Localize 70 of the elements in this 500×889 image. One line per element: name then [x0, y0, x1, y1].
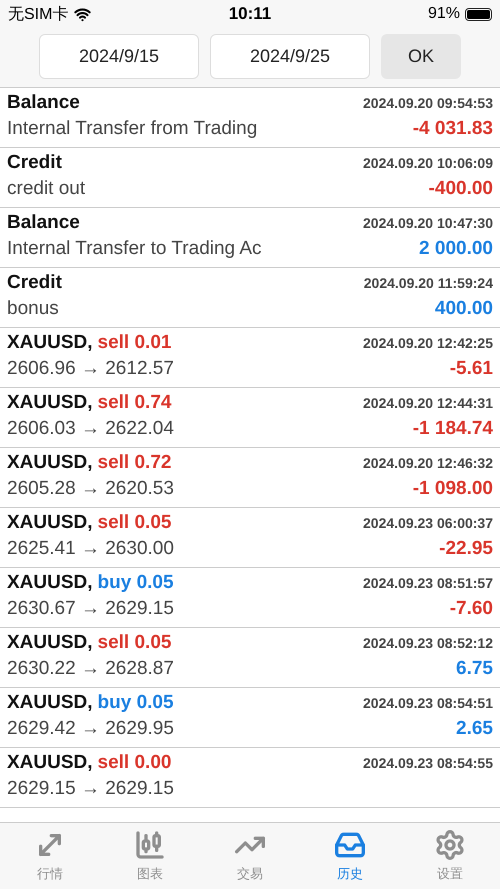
timestamp: 2024.09.20 12:42:25 [363, 335, 493, 351]
battery-percent: 91% [428, 5, 460, 23]
timestamp: 2024.09.23 08:54:55 [363, 755, 493, 771]
amount: 400.00 [434, 298, 493, 320]
operation-comment: bonus [7, 298, 59, 320]
price-range: 2606.03 → 2622.04 [7, 418, 174, 440]
order-label: sell 0.01 [98, 332, 172, 354]
timestamp: 2024.09.20 09:54:53 [363, 95, 493, 111]
order-label: sell 0.74 [98, 392, 172, 414]
symbol-label: XAUUSD, [7, 572, 93, 594]
price-range: 2630.67 → 2629.15 [7, 598, 174, 620]
timestamp: 2024.09.23 08:54:51 [363, 695, 493, 711]
amount: -4 031.83 [412, 118, 493, 140]
symbol-label: XAUUSD, [7, 752, 93, 774]
clock: 10:11 [228, 4, 272, 24]
tab-bar-item[interactable]: 设置 [400, 823, 500, 889]
operation-type: Balance [7, 212, 80, 234]
symbol-label: XAUUSD, [7, 452, 93, 474]
operation-type: Balance [7, 92, 80, 114]
price-range: 2605.28 → 2620.53 [7, 478, 174, 500]
timestamp: 2024.09.20 11:59:24 [364, 275, 493, 291]
candlestick-icon [134, 829, 166, 861]
timestamp: 2024.09.23 06:00:37 [363, 515, 493, 531]
timestamp: 2024.09.20 10:47:30 [363, 215, 493, 231]
timestamp: 2024.09.20 12:44:31 [363, 395, 493, 411]
amount: -22.95 [439, 538, 493, 560]
amount: -1 184.74 [412, 418, 493, 440]
battery-icon [465, 8, 492, 20]
symbol-label: XAUUSD, [7, 632, 93, 654]
timestamp: 2024.09.20 12:46:32 [363, 455, 493, 471]
amount: -400.00 [428, 178, 493, 200]
order-label: sell 0.00 [98, 752, 172, 774]
symbol-label: XAUUSD, [7, 392, 93, 414]
order-label: buy 0.05 [98, 692, 174, 714]
price-range: 2629.15 → 2629.15 [7, 778, 174, 800]
order-label: sell 0.72 [98, 452, 172, 474]
order-label: sell 0.05 [98, 512, 172, 534]
symbol-label: XAUUSD, [7, 332, 93, 354]
timestamp: 2024.09.23 08:51:57 [363, 575, 493, 591]
operation-comment: Internal Transfer from Trading [7, 118, 258, 140]
settings-icon [434, 829, 466, 861]
carrier-label: 无SIM卡 [8, 4, 68, 24]
operation-comment: Internal Transfer to Trading Ac [7, 238, 262, 260]
order-label: sell 0.05 [98, 632, 172, 654]
tab-bar-item[interactable]: 交易 [200, 823, 300, 889]
operation-comment: credit out [7, 178, 86, 200]
price-range: 2625.41 → 2630.00 [7, 538, 174, 560]
symbol-label: XAUUSD, [7, 692, 93, 714]
ok-button[interactable]: OK [381, 34, 461, 79]
price-range: 2629.42 → 2629.95 [7, 718, 174, 740]
amount: -7.60 [450, 598, 493, 620]
amount: 2 000.00 [419, 238, 493, 260]
start-date-button[interactable]: 2024/9/15 [39, 34, 199, 79]
tab-bar-item[interactable]: 行情 [0, 823, 100, 889]
timestamp: 2024.09.23 08:52:12 [363, 635, 493, 651]
amount: 6.75 [456, 658, 493, 680]
amount: -5.61 [450, 358, 493, 380]
symbol-label: XAUUSD, [7, 512, 93, 534]
wifi-icon [74, 6, 92, 22]
operation-type: Credit [7, 272, 62, 294]
operation-type: Credit [7, 152, 62, 174]
order-label: buy 0.05 [98, 572, 174, 594]
timestamp: 2024.09.20 10:06:09 [363, 155, 493, 171]
price-range: 2606.96 → 2612.57 [7, 358, 174, 380]
tab-bar-item[interactable]: 图表 [100, 823, 200, 889]
end-date-button[interactable]: 2024/9/25 [210, 34, 370, 79]
tab-bar-item[interactable]: 历史 [300, 823, 400, 889]
amount: 2.65 [456, 718, 493, 740]
amount: -1 098.00 [412, 478, 493, 500]
price-range: 2630.22 → 2628.87 [7, 658, 174, 680]
